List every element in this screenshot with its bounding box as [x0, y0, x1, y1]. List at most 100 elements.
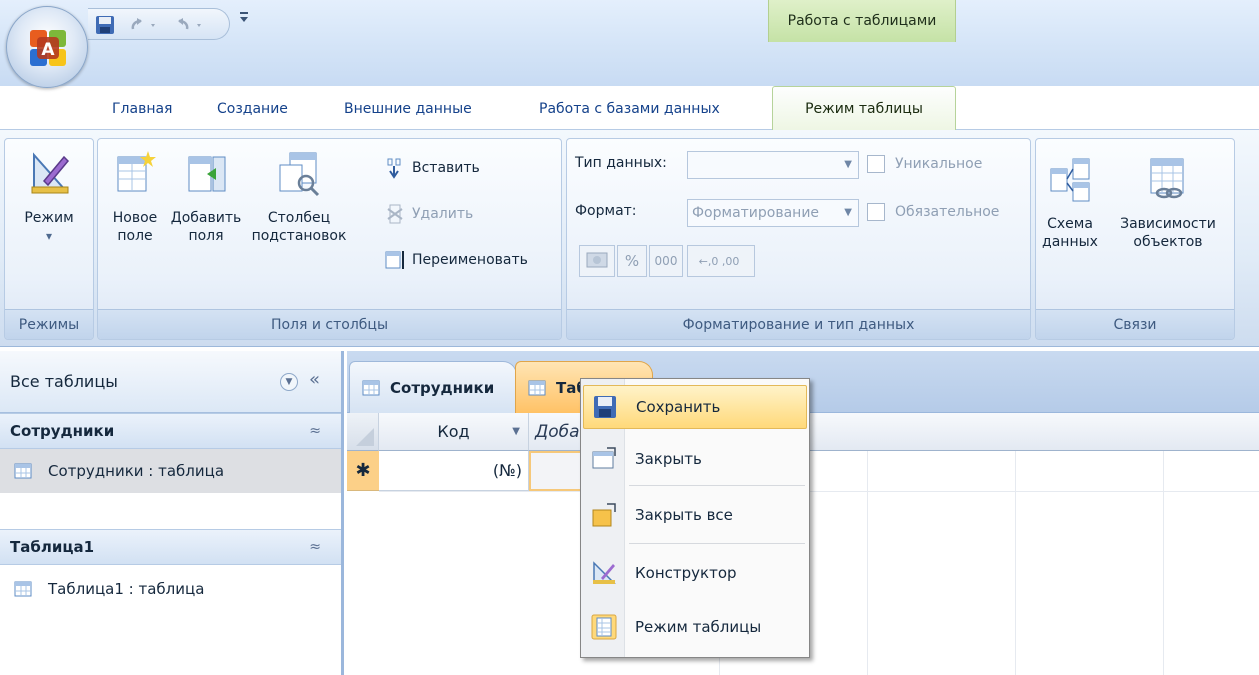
menu-separator [629, 485, 805, 486]
lookup-column-button[interactable]: Столбец подстановок [244, 149, 354, 245]
group-label-format: Форматирование и тип данных [567, 309, 1030, 339]
rename-column-button[interactable]: Переименовать [384, 249, 528, 271]
qat-undo-button[interactable] [124, 13, 164, 37]
menu-separator [629, 543, 805, 544]
new-record-selector[interactable]: ✱ [347, 451, 379, 491]
title-bar: A Работа с таблицами [0, 0, 1259, 88]
menu-item-label: Закрыть [635, 450, 702, 468]
new-field-label-1: Новое [112, 210, 158, 226]
required-label: Обязательное [895, 204, 1000, 220]
tab-context-menu: Сохранить Закрыть Закрыть все Конструкто… [580, 378, 810, 658]
save-icon [594, 396, 616, 418]
currency-button[interactable] [579, 245, 615, 277]
relationships-icon [1050, 158, 1090, 202]
insert-column-label: Вставить [412, 160, 480, 176]
tab-database-tools[interactable]: Работа с базами данных [531, 90, 728, 128]
relationships-label-1: Схема [1047, 216, 1093, 232]
chevron-down-icon[interactable]: ▼ [512, 426, 520, 437]
lookup-column-icon [279, 152, 320, 197]
qat-customize-button[interactable] [238, 10, 250, 28]
insert-column-icon [387, 158, 401, 179]
object-dependencies-button[interactable]: Зависимости объектов [1106, 155, 1230, 251]
new-field-icon [117, 151, 156, 192]
save-icon [96, 16, 114, 34]
percent-button[interactable]: % [617, 245, 647, 277]
menu-item-label: Режим таблицы [635, 618, 762, 636]
rename-column-icon [385, 251, 404, 269]
decimal-buttons[interactable]: ←,0 ,00 [687, 245, 755, 277]
datasheet-view-icon [591, 614, 617, 640]
table-icon [14, 581, 32, 597]
relationships-button[interactable]: Схема данных [1040, 155, 1100, 251]
format-value: Форматирование [692, 205, 820, 221]
menu-item-close-all[interactable]: Закрыть все [583, 493, 807, 537]
data-type-combo[interactable]: ▼ [687, 151, 859, 179]
qat-redo-button[interactable] [170, 13, 210, 37]
required-checkbox[interactable]: Обязательное [867, 203, 999, 221]
tab-datasheet[interactable]: Режим таблицы [772, 86, 956, 130]
insert-column-button[interactable]: Вставить [384, 157, 480, 179]
add-fields-icon [188, 156, 226, 192]
format-combo[interactable]: Форматирование ▼ [687, 199, 859, 227]
table-icon [14, 463, 32, 479]
object-dependencies-icon [1150, 158, 1184, 199]
document-tab-employees[interactable]: Сотрудники [349, 361, 517, 413]
checkbox-box [867, 155, 885, 173]
group-label-relations: Связи [1036, 309, 1234, 339]
nav-pane-title: Все таблицы [10, 372, 118, 391]
tab-create[interactable]: Создание [209, 90, 296, 128]
collapse-group-icon[interactable]: ≈ [309, 539, 321, 555]
column-header-label: Код [437, 422, 470, 441]
nav-pane-header[interactable]: Все таблицы ▼ « [0, 351, 341, 413]
nav-item-employees-table[interactable]: Сотрудники : таблица [0, 449, 341, 493]
unique-checkbox[interactable]: Уникальное [867, 155, 982, 173]
nav-item-label: Таблица1 : таблица [48, 580, 205, 598]
group-label-modes: Режимы [5, 309, 93, 339]
nav-group-table1[interactable]: Таблица1 ≈ [0, 529, 341, 565]
chevron-down-icon[interactable]: ▼ [280, 373, 298, 391]
add-fields-button[interactable]: Добавить поля [170, 149, 242, 245]
lookup-column-label-2: подстановок [251, 228, 347, 244]
grid-line [379, 491, 1259, 492]
undo-icon [131, 18, 155, 30]
tab-home[interactable]: Главная [104, 90, 180, 128]
cell-code-new[interactable]: (№) [379, 451, 529, 491]
tab-external-data[interactable]: Внешние данные [336, 90, 480, 128]
increase-decimals-label: ←,0 ,00 [698, 254, 740, 268]
nav-group-title: Таблица1 [10, 538, 95, 556]
delete-column-button[interactable]: Удалить [384, 203, 473, 225]
close-window-icon [592, 447, 616, 469]
menu-item-datasheet-view[interactable]: Режим таблицы [583, 605, 807, 649]
collapse-pane-button[interactable]: « [309, 369, 320, 390]
chevron-down-icon: ▼ [844, 159, 852, 170]
menu-item-label: Сохранить [636, 398, 721, 416]
view-mode-arrow: ▾ [45, 229, 53, 243]
nav-item-table1-table[interactable]: Таблица1 : таблица [0, 567, 341, 611]
new-field-button[interactable]: Новое поле [104, 149, 166, 245]
nav-group-employees[interactable]: Сотрудники ≈ [0, 413, 341, 449]
ribbon-group-fields: Новое поле Добавить поля Столбец подстан… [97, 138, 562, 340]
document-tab-label: Сотрудники [390, 378, 495, 397]
thousands-button[interactable]: 000 [649, 245, 683, 277]
nav-item-label: Сотрудники : таблица [48, 462, 225, 480]
menu-item-close[interactable]: Закрыть [583, 437, 807, 481]
office-button[interactable]: A [6, 6, 88, 88]
column-header-code[interactable]: Код ▼ [379, 413, 529, 451]
qat-save-button[interactable] [94, 13, 116, 37]
select-all-cell[interactable] [347, 413, 379, 451]
ribbon-group-format: Тип данных: ▼ Уникальное Формат: Формати… [566, 138, 1031, 340]
menu-item-design-view[interactable]: Конструктор [583, 551, 807, 595]
menu-item-save[interactable]: Сохранить [583, 385, 807, 429]
checkbox-box [867, 203, 885, 221]
design-view-icon [593, 561, 616, 584]
contextual-tab-group-label: Работа с таблицами [768, 0, 956, 42]
office-logo-icon: A [30, 30, 66, 66]
data-type-label: Тип данных: [575, 155, 667, 171]
collapse-group-icon[interactable]: ≈ [309, 423, 321, 439]
grid-line [1163, 451, 1164, 675]
select-all-triangle [356, 428, 374, 446]
ribbon-group-relations: Схема данных Зависимости объектов Связи [1035, 138, 1235, 340]
group-label-fields: Поля и столбцы [98, 309, 561, 339]
view-mode-button[interactable]: Режим ▾ [9, 149, 89, 245]
redo-icon [178, 18, 201, 30]
